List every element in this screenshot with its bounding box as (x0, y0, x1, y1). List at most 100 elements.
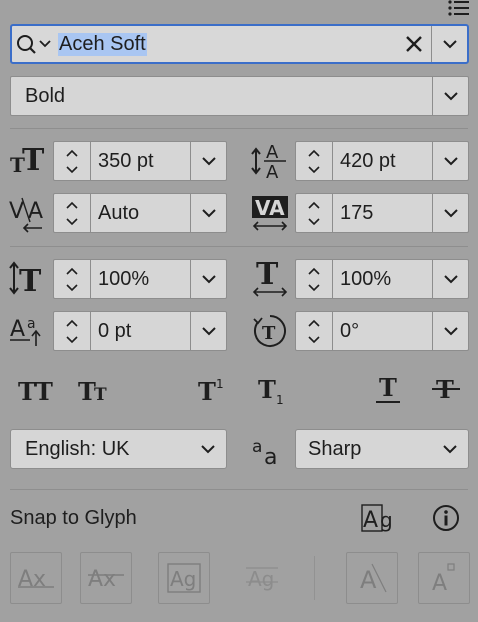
clear-icon[interactable] (400, 26, 428, 62)
leading-stepper[interactable] (296, 142, 333, 180)
chevron-up-icon[interactable] (65, 196, 79, 213)
svg-text:T: T (94, 385, 107, 404)
chevron-down-icon (201, 275, 216, 284)
chevron-up-icon[interactable] (307, 196, 321, 213)
svg-text:A: A (266, 162, 279, 182)
tracking-dropdown-button[interactable] (432, 194, 468, 232)
tracking-stepper[interactable] (296, 194, 333, 232)
chevron-down-icon (443, 327, 458, 336)
chevron-down-icon[interactable] (65, 331, 79, 348)
chevron-up-icon[interactable] (307, 144, 321, 161)
tracking-icon: VA (250, 192, 290, 234)
font-family-value[interactable]: Aceh Soft (58, 32, 147, 56)
svg-text:T: T (262, 323, 276, 344)
proximity-guides-icon[interactable]: Ag (236, 552, 288, 604)
svg-text:Ax: Ax (88, 567, 116, 592)
kerning-field[interactable]: Auto (53, 193, 227, 233)
chevron-down-icon (201, 327, 216, 336)
chevron-down-icon[interactable] (65, 279, 79, 296)
snap-angular-guides-button[interactable]: A (346, 552, 398, 604)
tracking-field[interactable]: 175 (295, 193, 469, 233)
svg-text:a: a (252, 437, 262, 457)
svg-text:Ag: Ag (248, 567, 274, 591)
font-size-field[interactable]: 350 pt (53, 141, 227, 181)
small-caps-icon[interactable]: T T (74, 372, 118, 406)
underline-icon[interactable]: T (366, 372, 410, 406)
chevron-down-icon[interactable] (65, 161, 79, 178)
chevron-down-icon (443, 209, 458, 218)
character-rotation-stepper[interactable] (296, 312, 333, 350)
vertical-scale-dropdown-button[interactable] (190, 260, 226, 298)
horizontal-scale-field[interactable]: 100% (295, 259, 469, 299)
chevron-up-icon[interactable] (65, 144, 79, 161)
subscript-icon[interactable]: T 1 (252, 372, 296, 406)
info-icon[interactable] (430, 502, 462, 534)
font-style-dropdown-button[interactable] (432, 77, 468, 115)
chevron-up-icon[interactable] (65, 262, 79, 279)
font-family-field[interactable]: Aceh Soft (10, 24, 469, 64)
vertical-scale-icon: T (8, 258, 48, 298)
vertical-scale-value[interactable]: 100% (98, 260, 149, 298)
snap-glyph-bounds-button[interactable]: Ag (158, 552, 210, 604)
chevron-up-icon[interactable] (307, 262, 321, 279)
tracking-value[interactable]: 175 (340, 194, 373, 232)
snap-x-height-button[interactable]: Ax (80, 552, 132, 604)
character-rotation-icon: T (250, 310, 290, 352)
vertical-scale-stepper[interactable] (54, 260, 91, 298)
chevron-down-icon[interactable] (307, 331, 321, 348)
svg-text:T: T (379, 373, 397, 402)
chevron-down-icon (198, 430, 218, 468)
panel-menu-icon[interactable] (446, 0, 472, 16)
leading-field[interactable]: 420 pt (295, 141, 469, 181)
anti-aliasing-dropdown[interactable]: Sharp (295, 429, 469, 469)
font-family-dropdown-button[interactable] (431, 26, 467, 62)
leading-value[interactable]: 420 pt (340, 142, 396, 180)
kerning-icon: V A (8, 192, 48, 234)
language-dropdown[interactable]: English: UK (10, 429, 227, 469)
baseline-shift-value[interactable]: 0 pt (98, 312, 131, 350)
svg-text:g: g (380, 508, 393, 532)
svg-text:A: A (10, 317, 25, 342)
divider (10, 489, 468, 490)
horizontal-scale-stepper[interactable] (296, 260, 333, 298)
character-rotation-field[interactable]: 0° (295, 311, 469, 351)
font-size-icon: T T (8, 140, 48, 180)
baseline-shift-stepper[interactable] (54, 312, 91, 350)
x-height-snap-icon: Ax (88, 567, 124, 592)
vertical-divider (314, 556, 315, 600)
font-style-field[interactable]: Bold (10, 76, 469, 116)
kerning-dropdown-button[interactable] (190, 194, 226, 232)
font-size-dropdown-button[interactable] (190, 142, 226, 180)
svg-text:A: A (432, 571, 447, 596)
strikethrough-icon[interactable]: T (426, 372, 466, 406)
vertical-scale-field[interactable]: 100% (53, 259, 227, 299)
snap-baseline-button[interactable]: Ax (10, 552, 62, 604)
horizontal-scale-value[interactable]: 100% (340, 260, 391, 298)
svg-text:A: A (363, 508, 378, 533)
font-size-value[interactable]: 350 pt (98, 142, 154, 180)
leading-dropdown-button[interactable] (432, 142, 468, 180)
chevron-down-icon[interactable] (65, 213, 79, 230)
superscript-icon[interactable]: T 1 (192, 372, 236, 406)
horizontal-scale-dropdown-button[interactable] (432, 260, 468, 298)
chevron-down-icon (440, 430, 460, 468)
chevron-down-icon[interactable] (307, 213, 321, 230)
font-size-stepper[interactable] (54, 142, 91, 180)
chevron-down-icon[interactable] (307, 279, 321, 296)
baseline-shift-dropdown-button[interactable] (190, 312, 226, 350)
snap-anchor-point-button[interactable]: A (418, 552, 470, 604)
angular-guides-icon: A (360, 563, 387, 594)
character-rotation-value[interactable]: 0° (340, 312, 359, 350)
glyph-bounds-icon[interactable]: A g (358, 500, 396, 536)
svg-text:a: a (264, 445, 277, 470)
chevron-up-icon[interactable] (65, 314, 79, 331)
character-rotation-dropdown-button[interactable] (432, 312, 468, 350)
all-caps-icon[interactable]: TT (14, 372, 58, 406)
chevron-up-icon[interactable] (307, 314, 321, 331)
search-icon[interactable] (14, 26, 56, 62)
chevron-down-icon (442, 40, 457, 49)
baseline-shift-field[interactable]: 0 pt (53, 311, 227, 351)
kerning-stepper[interactable] (54, 194, 91, 232)
kerning-value[interactable]: Auto (98, 194, 139, 232)
chevron-down-icon[interactable] (307, 161, 321, 178)
